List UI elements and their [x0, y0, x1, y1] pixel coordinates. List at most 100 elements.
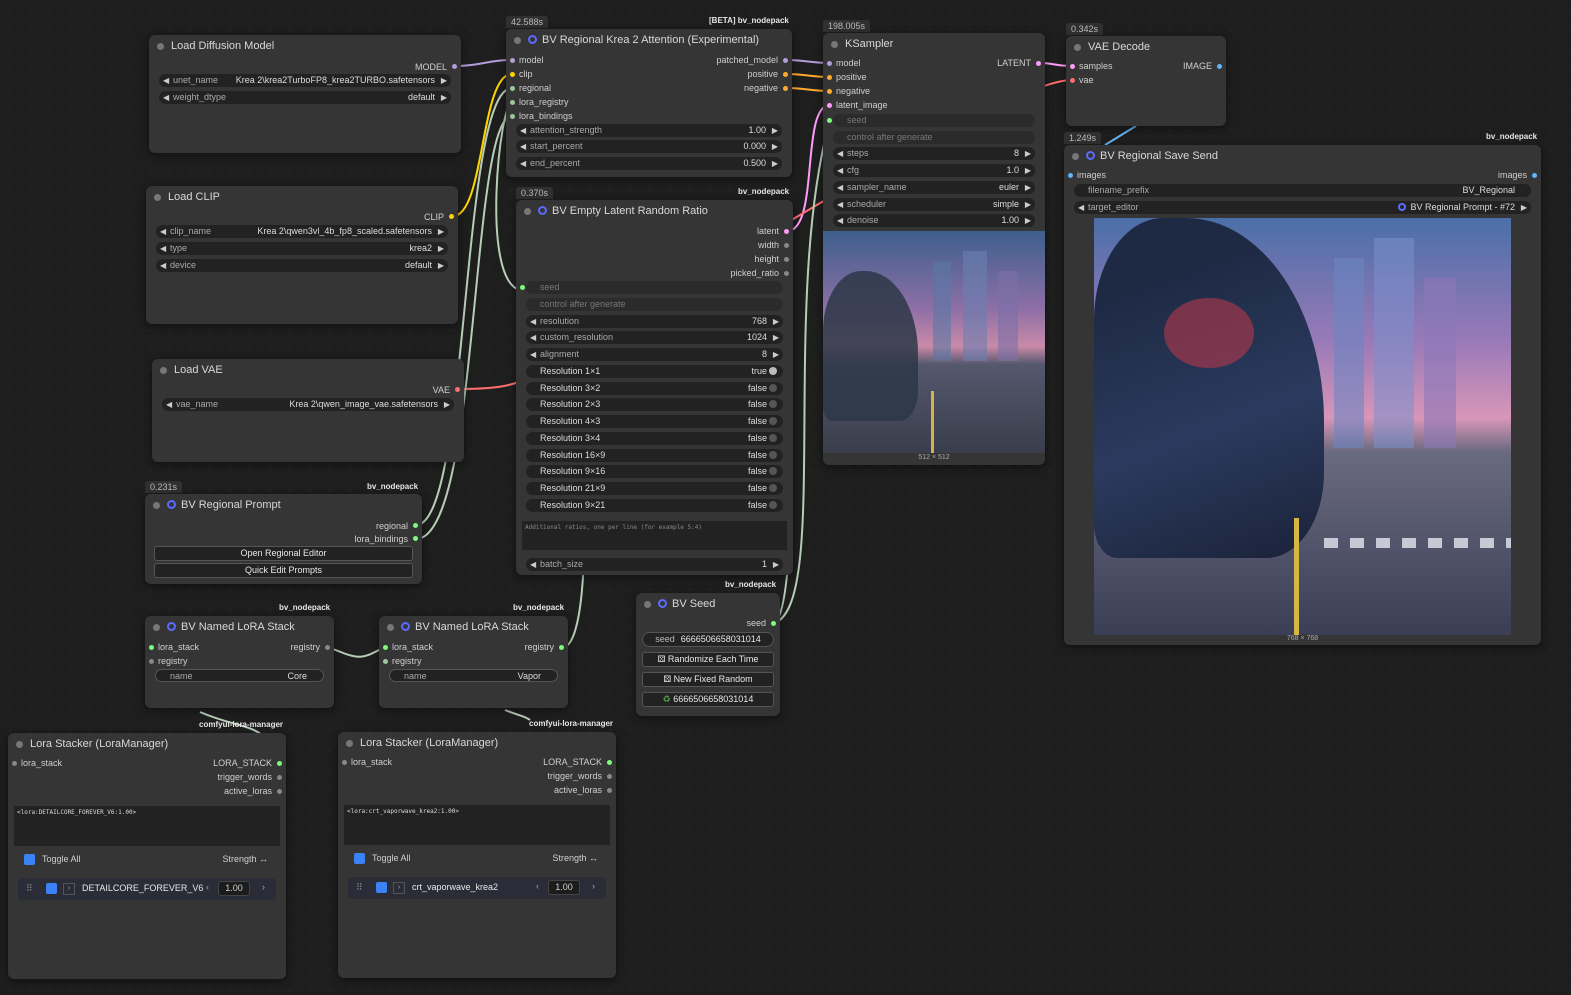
device-widget[interactable]: ◀ device default ▶ — [156, 259, 448, 272]
input-negative-port[interactable] — [827, 89, 832, 94]
attention-strength-widget[interactable]: ◀ attention_strength 1.00 ▶ — [516, 124, 782, 137]
output-latent-port[interactable] — [784, 229, 789, 234]
decrease-icon[interactable]: ‹ — [206, 882, 209, 892]
output-registry-port[interactable] — [325, 645, 330, 650]
collapse-dot[interactable] — [831, 41, 838, 48]
custom-resolution-widget[interactable]: ◀ custom_resolution 1024 ▶ — [526, 331, 783, 344]
input-clip-port[interactable] — [510, 72, 515, 77]
input-seed-port[interactable] — [827, 118, 832, 123]
lora-enable-checkbox[interactable] — [46, 883, 57, 894]
target-editor-widget[interactable]: ◀ target_editor BV Regional Prompt - #72 ▶ — [1074, 201, 1531, 214]
collapse-dot[interactable] — [160, 367, 167, 374]
type-widget[interactable]: ◀ type krea2 ▶ — [156, 242, 448, 255]
bv-regional-save-send-node[interactable]: BV Regional Save Send images images file… — [1064, 145, 1541, 645]
input-lora-stack-port[interactable] — [342, 760, 347, 765]
output-regional-port[interactable] — [413, 523, 418, 528]
output-positive-port[interactable] — [783, 72, 788, 77]
alignment-widget[interactable]: ◀ alignment 8 ▶ — [526, 348, 783, 361]
filename-prefix-widget[interactable]: filename_prefix BV_Regional — [1074, 184, 1531, 197]
denoise-widget[interactable]: ◀ denoise 1.00 ▶ — [833, 214, 1035, 227]
output-vae-port[interactable] — [455, 387, 460, 392]
collapse-dot[interactable] — [514, 37, 521, 44]
bv-regional-prompt-node[interactable]: BV Regional Prompt regional lora_binding… — [145, 494, 422, 584]
input-images-port[interactable] — [1068, 173, 1073, 178]
toggle-4x3[interactable]: Resolution 4×3 false — [526, 415, 783, 428]
control-after-generate-widget[interactable]: control after generate — [833, 131, 1035, 144]
seed-widget[interactable]: seed — [833, 114, 1035, 127]
ksampler-node[interactable]: KSampler model positive negative latent_… — [823, 33, 1045, 465]
toggle-2x3[interactable]: Resolution 2×3 false — [526, 398, 783, 411]
toggle-21x9[interactable]: Resolution 21×9 false — [526, 482, 783, 495]
input-registry-port[interactable] — [383, 659, 388, 664]
output-trigger-words-port[interactable] — [277, 775, 282, 780]
output-model-port[interactable] — [452, 64, 457, 69]
strength-value[interactable]: 1.00 — [218, 881, 250, 896]
output-seed-port[interactable] — [771, 621, 776, 626]
output-width-port[interactable] — [784, 243, 789, 248]
randomize-each-time-button[interactable]: ⚄ Randomize Each Time — [642, 652, 774, 667]
input-seed-port[interactable] — [520, 285, 525, 290]
output-picked-ratio-port[interactable] — [784, 271, 789, 276]
output-patched-model-port[interactable] — [783, 58, 788, 63]
input-lora-stack-port[interactable] — [12, 761, 17, 766]
collapse-dot[interactable] — [644, 601, 651, 608]
bv-named-lora-stack-node-2[interactable]: BV Named LoRA Stack lora_stack registry … — [379, 616, 568, 708]
collapse-dot[interactable] — [346, 740, 353, 747]
toggle-all-checkbox[interactable] — [354, 853, 365, 864]
toggle-all-checkbox[interactable] — [24, 854, 35, 865]
output-images-port[interactable] — [1532, 173, 1537, 178]
bv-seed-node[interactable]: BV Seed seed seed 6666506658031014 ⚄ Rand… — [636, 593, 780, 716]
toggle-3x4[interactable]: Resolution 3×4 false — [526, 432, 783, 445]
lora-stacker-node-2[interactable]: Lora Stacker (LoraManager) lora_stack LO… — [338, 732, 616, 978]
output-image-port[interactable] — [1217, 64, 1222, 69]
strength-label[interactable]: Strength ↔ — [222, 854, 268, 864]
output-clip-port[interactable] — [449, 214, 454, 219]
load-clip-node[interactable]: Load CLIP CLIP ◀ clip_name Krea 2\qwen3vl_… — [146, 186, 458, 324]
expand-icon[interactable]: › — [393, 882, 405, 894]
lora-text-area[interactable]: <lora:crt_vaporwave_krea2:1.00> — [344, 805, 610, 845]
collapse-dot[interactable] — [524, 208, 531, 215]
load-diffusion-model-node[interactable]: Load Diffusion Model MODEL ◀ unet_name Kre… — [149, 35, 461, 153]
output-negative-port[interactable] — [783, 86, 788, 91]
additional-ratios-textarea[interactable]: Additional ratios, one per line (for exa… — [522, 521, 787, 550]
vae-decode-node[interactable]: VAE Decode samples vae IMAGE — [1066, 36, 1226, 126]
steps-widget[interactable]: ◀ steps 8 ▶ — [833, 147, 1035, 160]
sampler-name-widget[interactable]: ◀ sampler_name euler ▶ — [833, 181, 1035, 194]
input-positive-port[interactable] — [827, 75, 832, 80]
bv-regional-attention-node[interactable]: BV Regional Krea 2 Attention (Experiment… — [506, 29, 792, 177]
input-registry-port[interactable] — [149, 659, 154, 664]
toggle-16x9[interactable]: Resolution 16×9 false — [526, 449, 783, 462]
drag-handle-icon[interactable]: ⠿ — [26, 883, 33, 894]
input-lora-registry-port[interactable] — [510, 100, 515, 105]
input-model-port[interactable] — [510, 58, 515, 63]
collapse-dot[interactable] — [387, 624, 394, 631]
input-lora-stack-port[interactable] — [149, 645, 154, 650]
output-active-loras-port[interactable] — [277, 789, 282, 794]
lora-entry[interactable]: ⠿ › crt_vaporwave_krea2 ‹ 1.00 › — [348, 877, 606, 899]
output-height-port[interactable] — [784, 257, 789, 262]
resolution-widget[interactable]: ◀ resolution 768 ▶ — [526, 315, 783, 328]
toggle-3x2[interactable]: Resolution 3×2 false — [526, 382, 783, 395]
seed-value-widget[interactable]: seed 6666506658031014 — [642, 632, 774, 647]
quick-edit-prompts-button[interactable]: Quick Edit Prompts — [154, 563, 413, 578]
collapse-dot[interactable] — [154, 194, 161, 201]
input-model-port[interactable] — [827, 61, 832, 66]
input-vae-port[interactable] — [1070, 78, 1075, 83]
drag-handle-icon[interactable]: ⠿ — [356, 882, 363, 893]
collapse-dot[interactable] — [157, 43, 164, 50]
clip-name-widget[interactable]: ◀ clip_name Krea 2\qwen3vl_4b_fp8_scaled.s… — [156, 225, 448, 238]
input-regional-port[interactable] — [510, 86, 515, 91]
increase-icon[interactable]: › — [592, 881, 595, 891]
vae-name-widget[interactable]: ◀ vae_name Krea 2\qwen_image_vae.safetenso… — [162, 398, 454, 411]
input-lora-stack-port[interactable] — [383, 645, 388, 650]
increase-icon[interactable]: › — [262, 882, 265, 892]
output-registry-port[interactable] — [559, 645, 564, 650]
load-vae-node[interactable]: Load VAE VAE ◀ vae_name Krea 2\qwen_image_… — [152, 359, 464, 462]
toggle-9x21[interactable]: Resolution 9×21 false — [526, 499, 783, 512]
control-after-generate-widget[interactable]: control after generate — [526, 298, 783, 311]
input-latent-image-port[interactable] — [827, 103, 832, 108]
cfg-widget[interactable]: ◀ cfg 1.0 ▶ — [833, 164, 1035, 177]
unet-name-widget[interactable]: ◀ unet_name Krea 2\krea2TurboFP8_krea2TURB… — [159, 74, 451, 87]
seed-widget[interactable]: seed — [526, 281, 783, 294]
batch-size-widget[interactable]: ◀ batch_size 1 ▶ — [526, 558, 783, 571]
